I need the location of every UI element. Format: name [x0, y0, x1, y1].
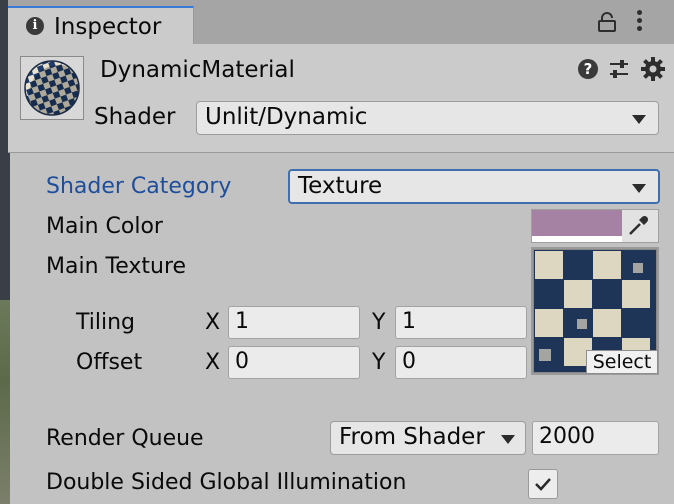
- material-name: DynamicMaterial: [100, 57, 295, 83]
- main-color-field[interactable]: [531, 209, 659, 243]
- tab-label: Inspector: [54, 14, 162, 40]
- dropdown-arrow-icon: [632, 115, 646, 124]
- tiling-x-input[interactable]: 1: [228, 306, 360, 339]
- tiling-label: Tiling: [76, 310, 136, 335]
- info-icon: i: [26, 17, 44, 35]
- tiling-y-label: Y: [372, 310, 386, 335]
- shader-category-value: Texture: [298, 173, 383, 199]
- color-swatch-fill: [532, 210, 622, 236]
- tiling-x-label: X: [205, 310, 221, 335]
- tab-bar: i Inspector: [8, 0, 674, 44]
- preset-icon[interactable]: [608, 58, 630, 80]
- texture-select-button[interactable]: Select: [586, 350, 658, 374]
- render-queue-input[interactable]: 2000: [532, 421, 659, 455]
- render-queue-mode-dropdown[interactable]: From Shader: [330, 421, 526, 455]
- render-queue-mode: From Shader: [339, 424, 485, 450]
- shader-category-dropdown[interactable]: Texture: [288, 169, 660, 204]
- tiling-y-input[interactable]: 1: [395, 306, 527, 339]
- dropdown-arrow-icon: [501, 435, 515, 444]
- material-preview: [20, 56, 84, 120]
- tab-inspector[interactable]: i Inspector: [8, 6, 194, 44]
- double-sided-gi-checkbox[interactable]: [528, 469, 558, 499]
- material-header: DynamicMaterial ? Shader Unlit/Dynamic: [8, 44, 674, 153]
- offset-y-input[interactable]: 0: [395, 346, 527, 379]
- shader-value: Unlit/Dynamic: [205, 104, 368, 130]
- shader-dropdown[interactable]: Unlit/Dynamic: [196, 101, 659, 135]
- offset-x-input[interactable]: 0: [228, 346, 360, 379]
- help-icon[interactable]: ?: [578, 59, 598, 79]
- menu-dots-icon[interactable]: [636, 10, 644, 34]
- offset-x-label: X: [205, 350, 221, 375]
- checkmark-icon: [535, 478, 551, 491]
- eyedropper-icon[interactable]: [626, 214, 650, 238]
- main-texture-label: Main Texture: [46, 254, 187, 279]
- main-color-label: Main Color: [46, 214, 163, 239]
- offset-label: Offset: [76, 350, 143, 375]
- gear-icon[interactable]: [641, 57, 665, 81]
- shader-label: Shader: [94, 104, 176, 130]
- shader-category-label: Shader Category: [46, 174, 232, 199]
- render-queue-label: Render Queue: [46, 426, 204, 451]
- dropdown-arrow-icon: [632, 184, 646, 193]
- double-sided-gi-label: Double Sided Global Illumination: [46, 470, 407, 495]
- offset-y-label: Y: [372, 350, 386, 375]
- lock-icon[interactable]: [598, 12, 616, 32]
